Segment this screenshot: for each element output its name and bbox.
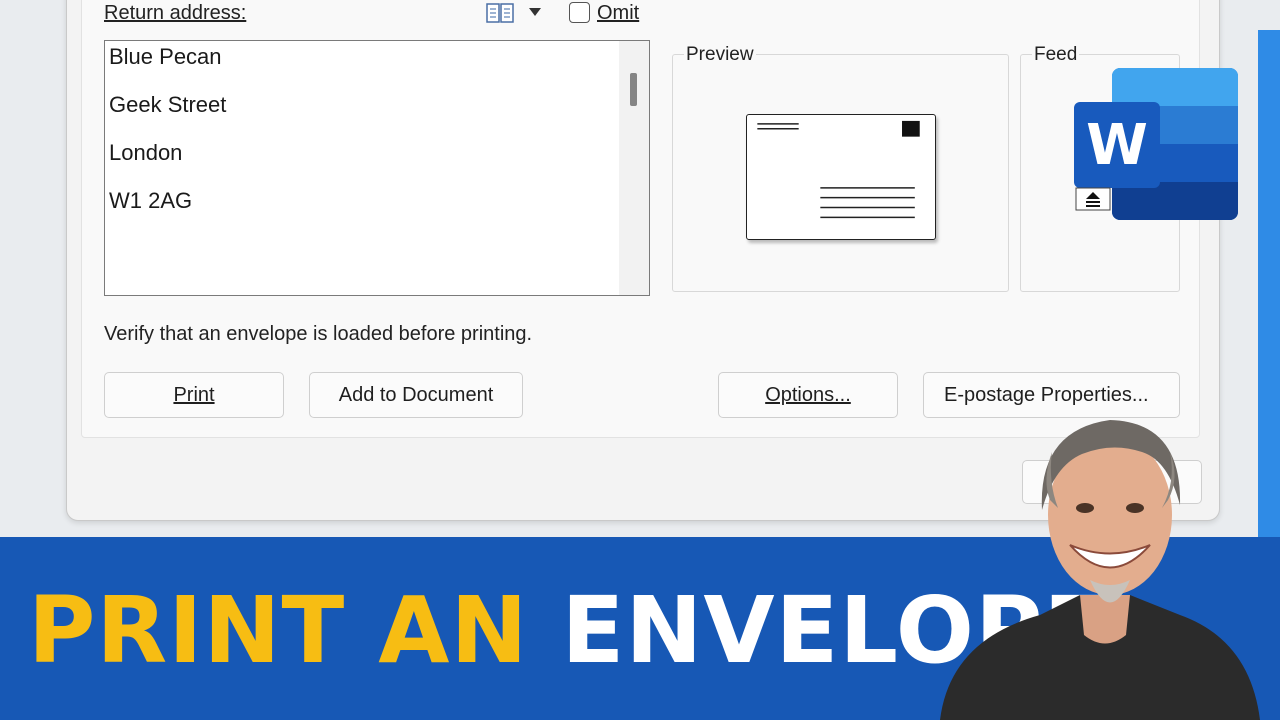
omit-checkbox[interactable] [569, 2, 590, 23]
address-line-4: W1 2AG [109, 188, 193, 213]
microsoft-word-logo-icon: W [1074, 68, 1238, 220]
presenter-photo [940, 420, 1260, 720]
envelope-preview-icon[interactable] [746, 114, 936, 240]
scrollbar-thumb[interactable] [630, 73, 637, 106]
address-line-1: Blue Pecan [109, 44, 222, 69]
address-book-icon[interactable] [486, 2, 514, 24]
feed-title: Feed [1032, 44, 1080, 66]
word-logo-letter: W [1086, 113, 1148, 178]
address-scrollbar[interactable] [619, 41, 649, 295]
print-button[interactable]: Print [104, 372, 284, 418]
chevron-down-icon[interactable] [528, 6, 542, 18]
return-address-field[interactable]: Blue Pecan Geek Street London W1 2AG [104, 40, 650, 296]
address-line-2: Geek Street [109, 92, 227, 117]
return-address-label: Return address: [104, 2, 247, 24]
preview-title: Preview [684, 44, 756, 66]
omit-label: Omit [597, 2, 640, 24]
add-to-document-button[interactable]: Add to Document [309, 372, 523, 418]
verify-envelope-text: Verify that an envelope is loaded before… [104, 323, 533, 345]
options-button[interactable]: Options... [718, 372, 898, 418]
address-line-3: London [109, 140, 183, 165]
title-highlight: PRINT AN [28, 577, 529, 684]
